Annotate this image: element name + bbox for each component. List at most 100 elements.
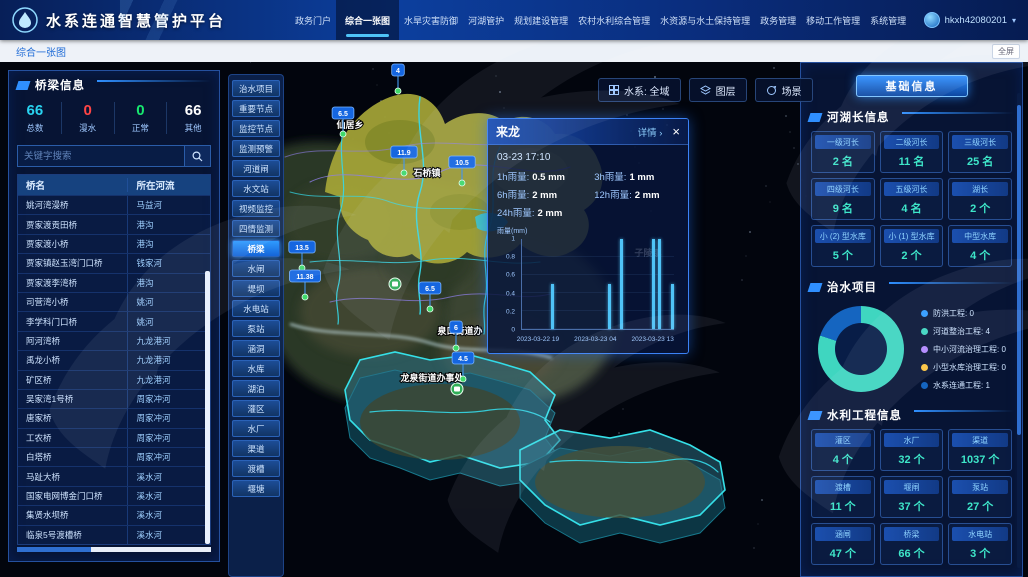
layer-menu-item[interactable]: 水电站 xyxy=(232,300,280,317)
stat-card[interactable]: 小 (2) 型水库 5 个 xyxy=(811,225,875,267)
nav-item[interactable]: 移动工作管理 xyxy=(801,0,865,40)
water-system-selector[interactable]: 水系: 全域 xyxy=(598,78,681,102)
layer-menu-item[interactable]: 渠道 xyxy=(232,440,280,457)
stat-card[interactable]: 三级河长 25 名 xyxy=(948,131,1012,173)
nav-item[interactable]: 农村水利综合管理 xyxy=(573,0,655,40)
layer-menu-item[interactable]: 湖泊 xyxy=(232,380,280,397)
nav-item[interactable]: 系统管理 xyxy=(865,0,911,40)
table-row[interactable]: 白塔桥 周家冲河 xyxy=(18,447,210,466)
table-row[interactable]: 吴家湾1号桥 周家冲河 xyxy=(18,389,210,408)
layer-menu-item[interactable]: 水闸 xyxy=(232,260,280,277)
table-row[interactable]: 贾家渡小桥 港沟 xyxy=(18,234,210,253)
layer-menu-item[interactable]: 视频监控 xyxy=(232,200,280,217)
right-panel-scrollbar-thumb[interactable] xyxy=(1017,105,1021,435)
stat-card[interactable]: 堰闸 37 个 xyxy=(880,476,944,518)
layer-menu-item[interactable]: 水库 xyxy=(232,360,280,377)
close-icon[interactable]: × xyxy=(672,125,680,138)
stat-card[interactable]: 湖长 2 个 xyxy=(948,178,1012,220)
scene-button[interactable]: 场景 xyxy=(755,78,813,102)
layer-menu-item[interactable]: 重要节点 xyxy=(232,100,280,117)
layer-menu-item[interactable]: 桥梁 xyxy=(232,240,280,257)
water-project-title: 治水项目 xyxy=(827,279,877,295)
layer-menu-item[interactable]: 水文站 xyxy=(232,180,280,197)
nav-item[interactable]: 河湖管护 xyxy=(463,0,509,40)
table-row[interactable]: 临泉5号渡槽桥 溪水河 xyxy=(18,525,210,544)
stat-card[interactable]: 涵闸 47 个 xyxy=(811,523,875,565)
layer-menu-item[interactable]: 四情监测 xyxy=(232,220,280,237)
table-row[interactable]: 马趾大桥 溪水河 xyxy=(18,466,210,485)
layer-menu-item-label: 监测预警 xyxy=(239,143,273,155)
layer-menu-item[interactable]: 灌区 xyxy=(232,400,280,417)
stat-card[interactable]: 灌区 4 个 xyxy=(811,429,875,471)
layer-menu-item[interactable]: 治水项目 xyxy=(232,80,280,97)
stat-card[interactable]: 四级河长 9 名 xyxy=(811,178,875,220)
section-accent-icon xyxy=(808,283,823,292)
layer-menu-item[interactable]: 渡槽 xyxy=(232,460,280,477)
section-header-line xyxy=(914,410,1014,412)
table-row[interactable]: 工农桥 周家冲河 xyxy=(18,428,210,447)
table-row[interactable]: 贾家渡贡田桥 港沟 xyxy=(18,214,210,233)
popup-detail-link[interactable]: 详情 › xyxy=(638,125,663,139)
basic-info-button[interactable]: 基础信息 xyxy=(856,75,968,97)
station-marker[interactable]: 4 xyxy=(392,64,405,94)
stat-card[interactable]: 渡槽 11 个 xyxy=(811,476,875,518)
fullscreen-button[interactable]: 全屏 xyxy=(992,44,1020,59)
layer-menu-item[interactable]: 堰塘 xyxy=(232,480,280,497)
table-row[interactable]: 贾家镇赵玉湾门口桥 钱家河 xyxy=(18,253,210,272)
layer-menu-item[interactable]: 监测预警 xyxy=(232,140,280,157)
popup-title: 来龙 xyxy=(496,123,520,140)
stat-card[interactable]: 小 (1) 型水库 2 个 xyxy=(880,225,944,267)
section-accent-icon xyxy=(16,81,31,90)
user-menu[interactable]: hkxh42080201 ▾ xyxy=(924,0,1016,40)
vertical-scrollbar[interactable] xyxy=(205,271,210,544)
y-tick-label: 0.8 xyxy=(506,254,515,261)
nav-item[interactable]: 水资源与水土保持管理 xyxy=(655,0,755,40)
table-row[interactable]: 李学科门口桥 姚河 xyxy=(18,311,210,330)
horizontal-scrollbar[interactable] xyxy=(17,547,211,552)
layer-menu-item[interactable]: 河道闸 xyxy=(232,160,280,177)
search-input[interactable] xyxy=(18,146,184,166)
bridge-stat-value: 66 xyxy=(167,102,219,119)
table-row[interactable]: 阿河湾桥 九龙港河 xyxy=(18,331,210,350)
right-panel-scrollbar[interactable] xyxy=(1017,93,1021,568)
stat-card[interactable]: 渠道 1037 个 xyxy=(948,429,1012,471)
chart-xticks: 2023-03-22 192023-03-23 042023-03-23 13 xyxy=(521,332,674,344)
layer-menu-item[interactable]: 堤坝 xyxy=(232,280,280,297)
table-row[interactable]: 国家电网博金门口桥 溪水河 xyxy=(18,486,210,505)
bridge-name: 白塔桥 xyxy=(18,451,127,463)
layer-menu-item[interactable]: 监控节点 xyxy=(232,120,280,137)
nav-item[interactable]: 水旱灾害防御 xyxy=(399,0,463,40)
nav-item[interactable]: 政务门户 xyxy=(290,0,336,40)
breadcrumb[interactable]: 综合一张图 xyxy=(16,44,66,59)
nav-item[interactable]: 规划建设管理 xyxy=(509,0,573,40)
table-row[interactable]: 司营湾小桥 姚河 xyxy=(18,292,210,311)
search-button[interactable] xyxy=(184,146,210,166)
stat-card[interactable]: 中型水库 4 个 xyxy=(948,225,1012,267)
nav-item-label: 政务门户 xyxy=(295,14,331,27)
stat-card[interactable]: 水电站 3 个 xyxy=(948,523,1012,565)
layer-menu-item[interactable]: 水厂 xyxy=(232,420,280,437)
stat-card-label: 湖长 xyxy=(952,182,1008,196)
table-row[interactable]: 集贤水坝桥 溪水河 xyxy=(18,505,210,524)
stat-card[interactable]: 桥梁 66 个 xyxy=(880,523,944,565)
section-accent-icon xyxy=(808,411,823,420)
horizontal-scrollbar-thumb[interactable] xyxy=(17,547,91,552)
stat-card[interactable]: 一级河长 2 名 xyxy=(811,131,875,173)
table-row[interactable]: 矿区桥 九龙港河 xyxy=(18,370,210,389)
nav-item[interactable]: 政务管理 xyxy=(755,0,801,40)
table-row[interactable]: 唐家桥 周家冲河 xyxy=(18,408,210,427)
table-row[interactable]: 贾家渡李湾桥 港沟 xyxy=(18,273,210,292)
nav-item[interactable]: 综合一张图 xyxy=(336,0,399,40)
table-row[interactable]: 姚河湾漫桥 马益河 xyxy=(18,195,210,214)
table-row[interactable]: 禹龙小桥 九龙港河 xyxy=(18,350,210,369)
stat-card[interactable]: 泵站 27 个 xyxy=(948,476,1012,518)
layer-menu-item-label: 堤坝 xyxy=(247,283,264,295)
stat-card[interactable]: 水厂 32 个 xyxy=(880,429,944,471)
town-label: 龙泉街道办事处 xyxy=(399,372,464,383)
layers-button[interactable]: 图层 xyxy=(689,78,747,102)
stat-card[interactable]: 五级河长 4 名 xyxy=(880,178,944,220)
layer-menu-item[interactable]: 涵洞 xyxy=(232,340,280,357)
river-name: 九龙港河 xyxy=(127,351,210,369)
stat-card[interactable]: 二级河长 11 名 xyxy=(880,131,944,173)
layer-menu-item[interactable]: 泵站 xyxy=(232,320,280,337)
